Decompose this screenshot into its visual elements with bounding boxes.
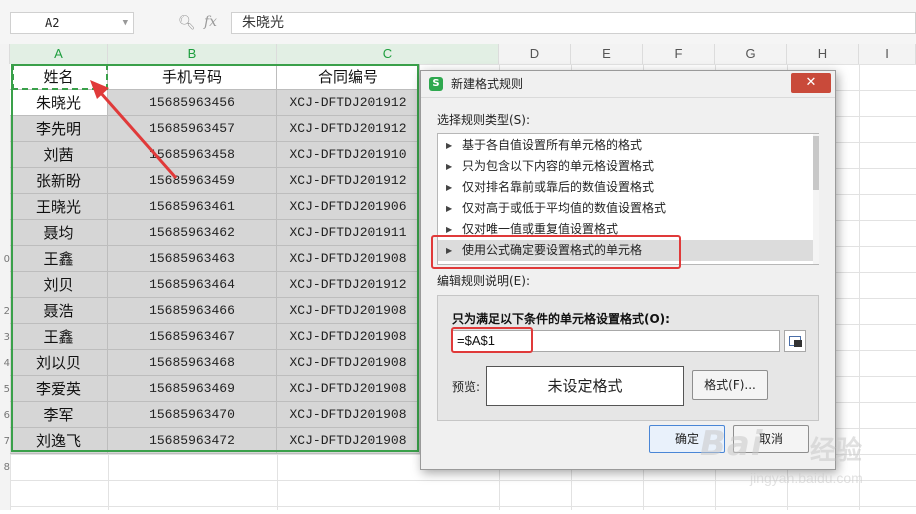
baidu-jingyan-watermark: Bai 经验 jingyan.baidu.com <box>700 424 900 494</box>
triangle-right-icon: ▶ <box>446 183 453 192</box>
arrow-shaft <box>98 91 178 179</box>
rule-type-item-selected[interactable]: ▶ 使用公式确定要设置格式的单元格 <box>438 240 818 261</box>
wps-app-icon: S <box>429 77 443 91</box>
rule-type-item[interactable]: ▶ 仅对高于或低于平均值的数值设置格式 <box>438 198 818 219</box>
dialog-titlebar[interactable]: S 新建格式规则 ✕ <box>421 71 835 98</box>
format-button[interactable]: 格式(F)... <box>692 370 768 400</box>
format-preview: 未设定格式 <box>486 366 684 406</box>
triangle-right-icon: ▶ <box>446 246 453 255</box>
condition-label: 只为满足以下条件的单元格设置格式(O): <box>452 312 670 326</box>
triangle-right-icon: ▶ <box>446 225 453 234</box>
arrow-head <box>90 80 109 99</box>
formula-condition-input[interactable]: =$A$1 <box>452 330 780 352</box>
preview-label: 预览: <box>452 380 481 394</box>
close-icon[interactable]: ✕ <box>791 73 831 93</box>
rule-type-item[interactable]: ▶ 基于各自值设置所有单元格的格式 <box>438 135 818 156</box>
rule-type-label: 使用公式确定要设置格式的单元格 <box>462 243 643 257</box>
rule-type-label: 只为包含以下内容的单元格设置格式 <box>462 159 655 173</box>
rule-type-item[interactable]: ▶ 只为包含以下内容的单元格设置格式 <box>438 156 818 177</box>
rule-type-item[interactable]: ▶ 仅对唯一值或重复值设置格式 <box>438 219 818 240</box>
watermark-url: jingyan.baidu.com <box>750 470 863 486</box>
watermark-logo: Bai <box>700 424 764 464</box>
range-cursor <box>794 340 802 347</box>
watermark-logo-cn: 经验 <box>810 436 863 466</box>
range-picker-icon[interactable] <box>784 330 806 352</box>
rule-type-label: 基于各自值设置所有单元格的格式 <box>462 138 643 152</box>
new-format-rule-dialog: S 新建格式规则 ✕ 选择规则类型(S): ▶ 基于各自值设置所有单元格的格式 … <box>420 70 836 470</box>
rule-type-label: 选择规则类型(S): <box>437 113 531 127</box>
rule-type-label: 仅对高于或低于平均值的数值设置格式 <box>462 201 667 215</box>
rule-description-panel: 只为满足以下条件的单元格设置格式(O): =$A$1 预览: 未设定格式 格式(… <box>437 295 819 421</box>
rule-type-list[interactable]: ▶ 基于各自值设置所有单元格的格式 ▶ 只为包含以下内容的单元格设置格式 ▶ 仅… <box>437 133 819 265</box>
rule-type-label: 仅对唯一值或重复值设置格式 <box>462 222 619 236</box>
rule-type-item[interactable]: ▶ 仅对排名靠前或靠后的数值设置格式 <box>438 177 818 198</box>
rule-type-label: 仅对排名靠前或靠后的数值设置格式 <box>462 180 655 194</box>
dialog-title: 新建格式规则 <box>451 77 524 91</box>
triangle-right-icon: ▶ <box>446 204 453 213</box>
triangle-right-icon: ▶ <box>446 162 453 171</box>
list-scrollbar-thumb[interactable] <box>813 136 819 190</box>
rule-description-label: 编辑规则说明(E): <box>437 274 530 288</box>
triangle-right-icon: ▶ <box>446 141 453 150</box>
